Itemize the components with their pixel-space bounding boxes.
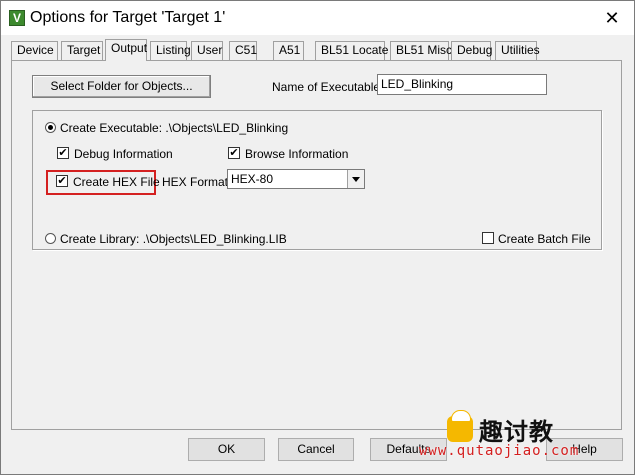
watermark-url: www.qutaojiao.com [419,443,580,459]
tab-output[interactable]: Output [105,39,147,61]
hex-format-value: HEX-80 [231,172,274,186]
create-library-label: Create Library: .\Objects\LED_Blinking.L… [60,232,287,246]
watermark-mascot-icon [447,410,473,442]
tab-bl51-misc[interactable]: BL51 Misc [390,41,452,60]
create-batch-label: Create Batch File [498,232,591,246]
close-icon[interactable]: ✕ [600,7,624,29]
title-bar: V Options for Target 'Target 1' ✕ [1,1,634,35]
chevron-down-icon[interactable] [347,170,364,188]
create-hex-checkbox[interactable]: ✔ [56,175,68,187]
tab-a51[interactable]: A51 [273,41,304,60]
name-of-executable-input[interactable]: LED_Blinking [377,74,547,95]
debug-information-label: Debug Information [74,147,173,161]
tab-target[interactable]: Target [61,41,103,60]
hex-format-label: HEX Format: [162,175,232,189]
tab-utilities[interactable]: Utilities [495,41,540,60]
ok-button[interactable]: OK [188,438,265,461]
watermark-chinese-text: 趣讨教 [479,418,554,446]
tab-bl51-locate[interactable]: BL51 Locate [315,41,388,60]
debug-information-checkbox[interactable]: ✔ [57,147,69,159]
name-of-executable-label: Name of Executable: [272,80,384,94]
create-executable-radio[interactable] [45,122,56,133]
tab-listing[interactable]: Listing [150,41,191,60]
browse-information-label: Browse Information [245,147,349,161]
tab-device[interactable]: Device [11,41,58,60]
keil-app-icon: V [9,10,25,26]
cancel-button[interactable]: Cancel [278,438,354,461]
select-folder-button[interactable]: Select Folder for Objects... [32,75,211,98]
tab-strip: Device Target Output Listing User C51 A5… [11,39,626,61]
options-dialog: V Options for Target 'Target 1' ✕ Device… [0,0,635,475]
tab-user[interactable]: User [191,41,223,60]
tab-c51[interactable]: C51 [229,41,257,60]
hex-format-select[interactable]: HEX-80 [227,169,365,189]
create-batch-checkbox[interactable] [482,232,494,244]
tab-debug[interactable]: Debug [451,41,492,60]
create-library-radio[interactable] [45,233,56,244]
browse-information-checkbox[interactable]: ✔ [228,147,240,159]
window-title: Options for Target 'Target 1' [30,9,226,26]
create-executable-label: Create Executable: .\Objects\LED_Blinkin… [60,121,289,135]
create-hex-label: Create HEX File [73,175,160,189]
